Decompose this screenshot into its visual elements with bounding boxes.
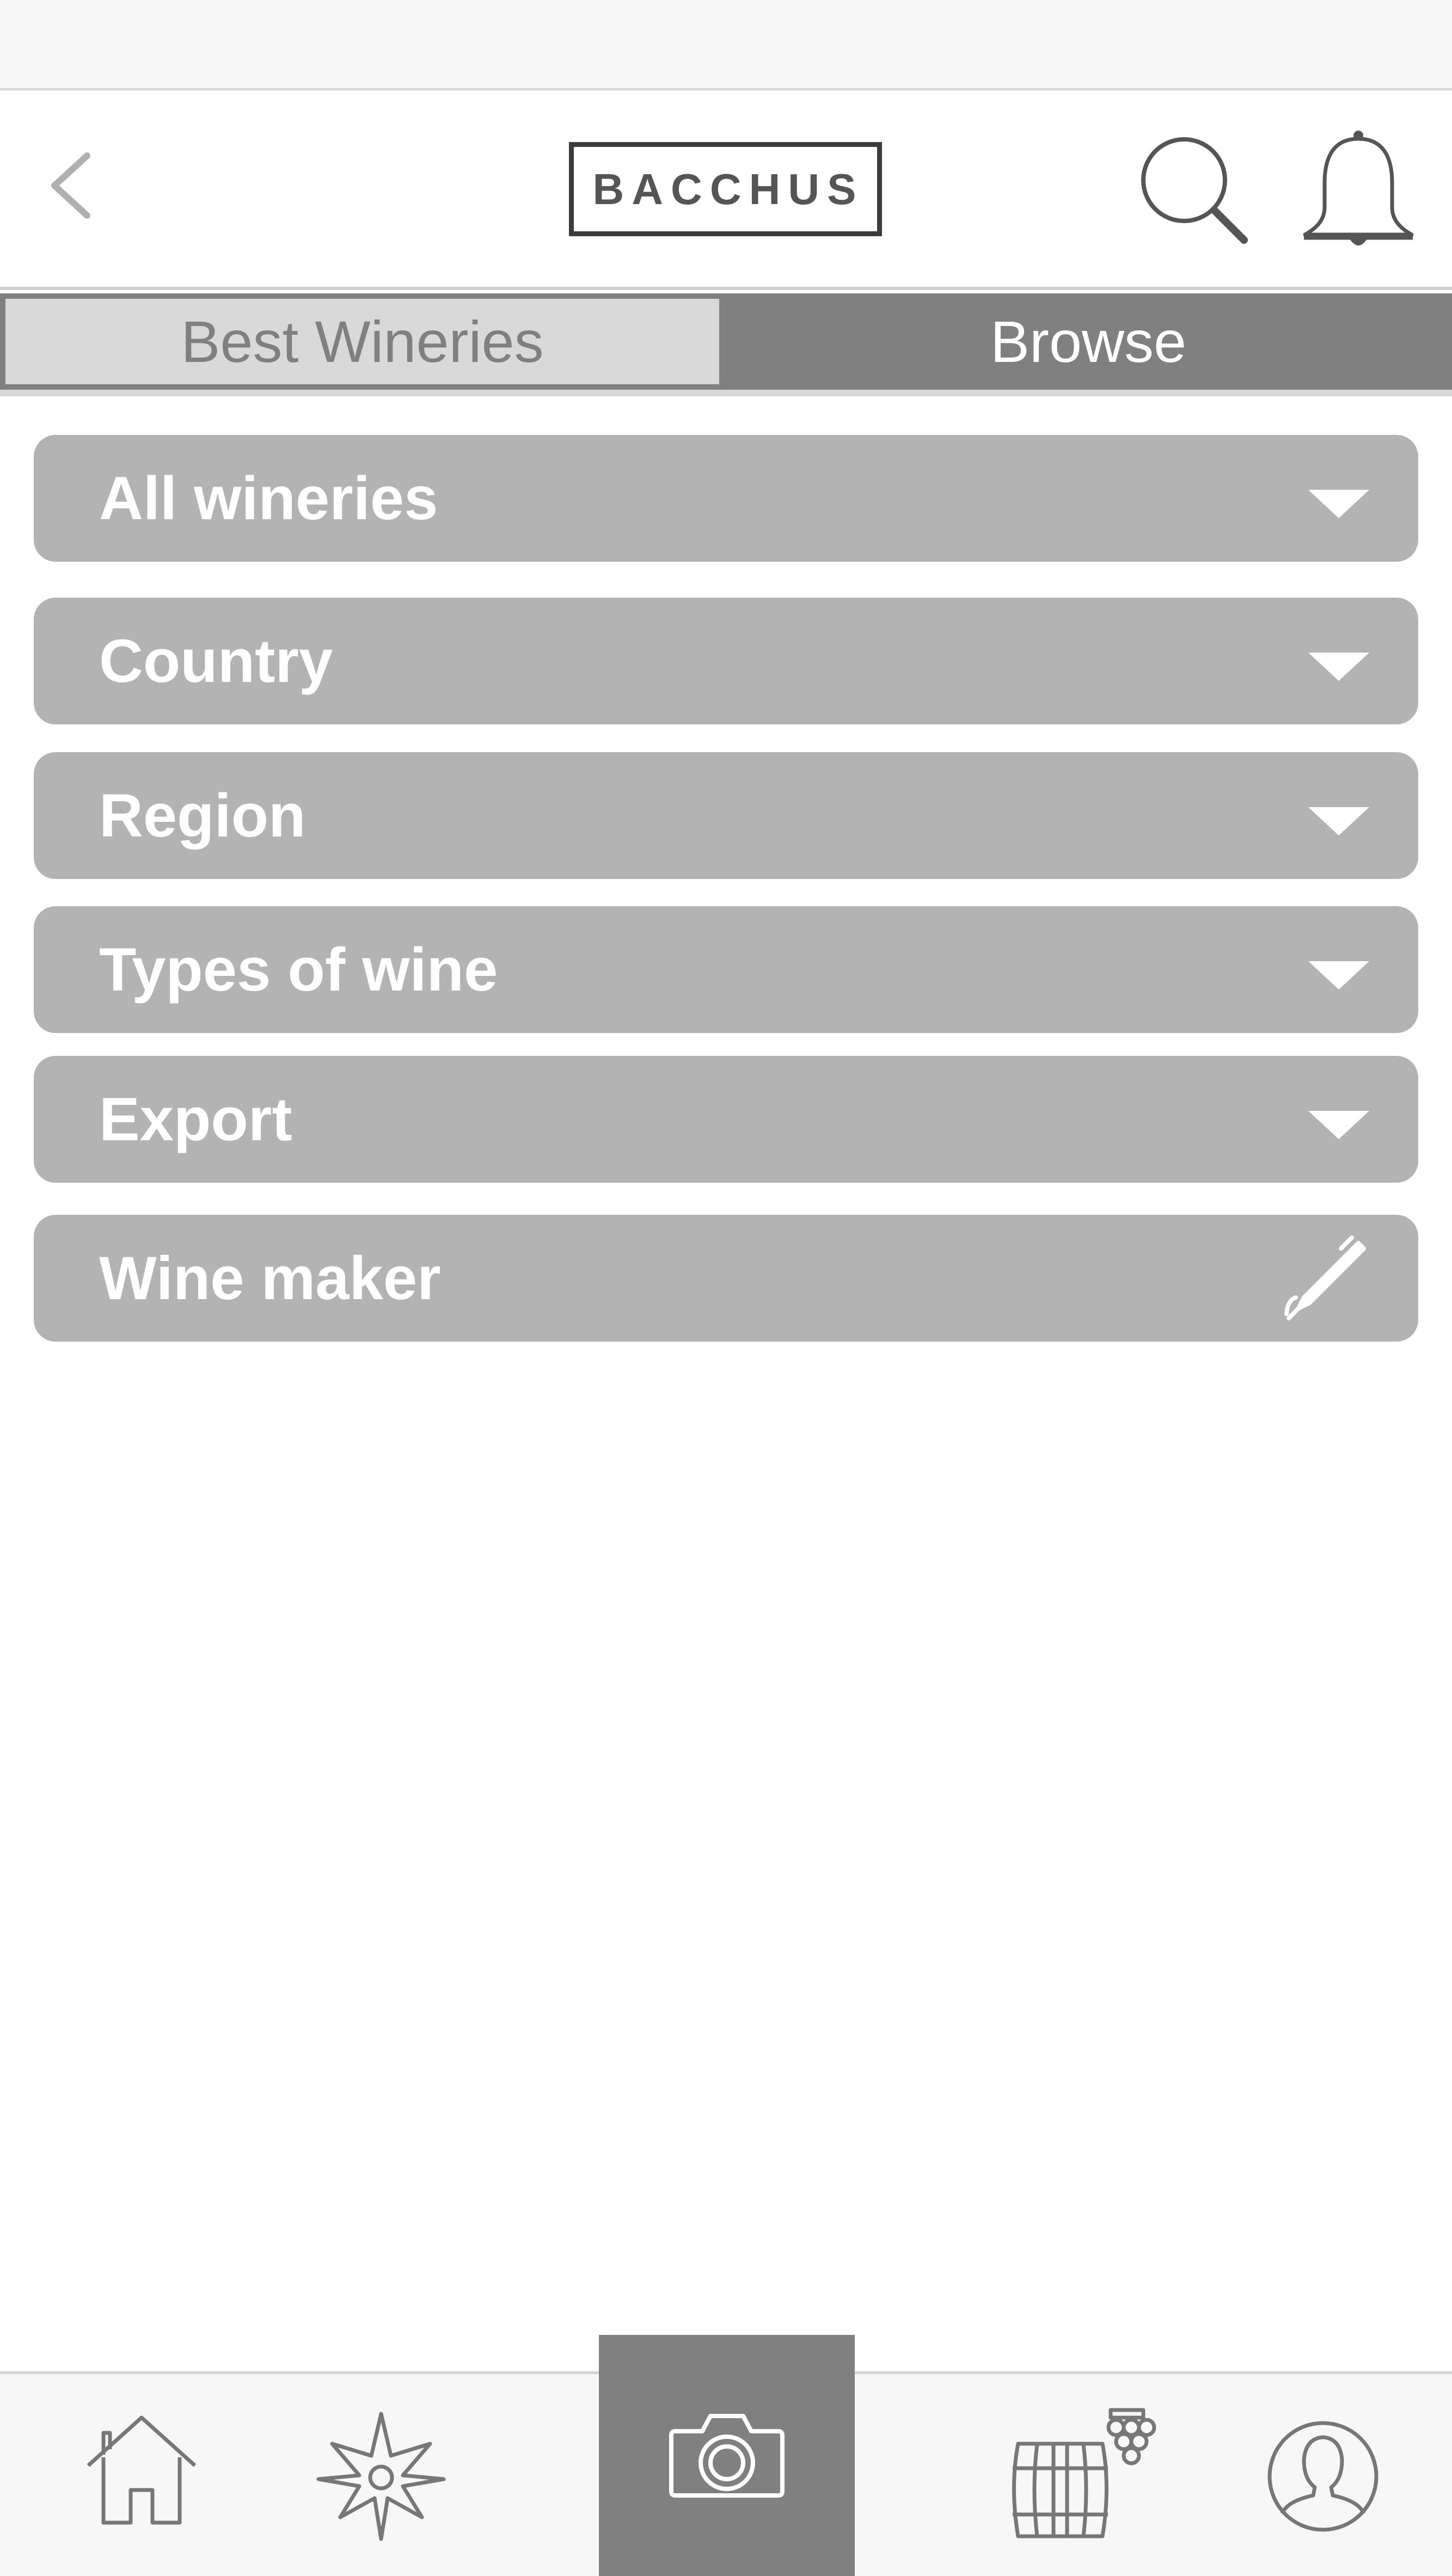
nav-profile[interactable] (1263, 2417, 1383, 2536)
filter-label: Wine maker (99, 1244, 441, 1312)
filter-label: Region (99, 782, 306, 850)
filter-label: Export (99, 1085, 292, 1153)
status-bar (0, 0, 1452, 90)
bacchus-logo: BACCHUS (569, 142, 882, 236)
notifications-button[interactable] (1293, 126, 1424, 256)
chevron-down-icon (1308, 1110, 1369, 1139)
filter-label: All wineries (99, 464, 438, 532)
nav-explore[interactable] (316, 2411, 446, 2542)
region-dropdown[interactable]: Region (34, 752, 1418, 879)
tab-best-wineries[interactable]: Best Wineries (0, 293, 725, 390)
nav-wine-cellar[interactable] (1007, 2406, 1171, 2542)
app-header: BACCHUS (0, 90, 1452, 290)
wine-maker-field[interactable]: Wine maker (34, 1215, 1418, 1342)
camera-icon (669, 2413, 785, 2498)
chevron-down-icon (1308, 807, 1369, 835)
segment-tabs: Best Wineries Browse (0, 293, 1452, 396)
wine-cellar-icon (1012, 2408, 1156, 2538)
profile-icon (1267, 2421, 1379, 2532)
search-button[interactable] (1132, 128, 1252, 248)
bell-icon (1303, 131, 1414, 245)
pen-icon (1284, 1235, 1366, 1320)
chevron-down-icon (1308, 652, 1369, 681)
filter-label: Types of wine (99, 936, 498, 1004)
nav-home[interactable] (82, 2411, 201, 2531)
back-button[interactable] (33, 145, 114, 226)
types-of-wine-dropdown[interactable]: Types of wine (34, 906, 1418, 1033)
chevron-down-icon (1308, 961, 1369, 989)
tab-browse[interactable]: Browse (725, 293, 1452, 390)
filter-label: Country (99, 627, 333, 695)
compass-icon (316, 2412, 446, 2541)
home-icon (87, 2415, 197, 2525)
camera-button[interactable] (599, 2335, 855, 2576)
export-dropdown[interactable]: Export (34, 1056, 1418, 1183)
chevron-down-icon (1308, 489, 1369, 518)
all-wineries-dropdown[interactable]: All wineries (34, 435, 1418, 562)
country-dropdown[interactable]: Country (34, 598, 1418, 724)
search-icon (1141, 137, 1248, 244)
chevron-left-icon (51, 152, 90, 219)
